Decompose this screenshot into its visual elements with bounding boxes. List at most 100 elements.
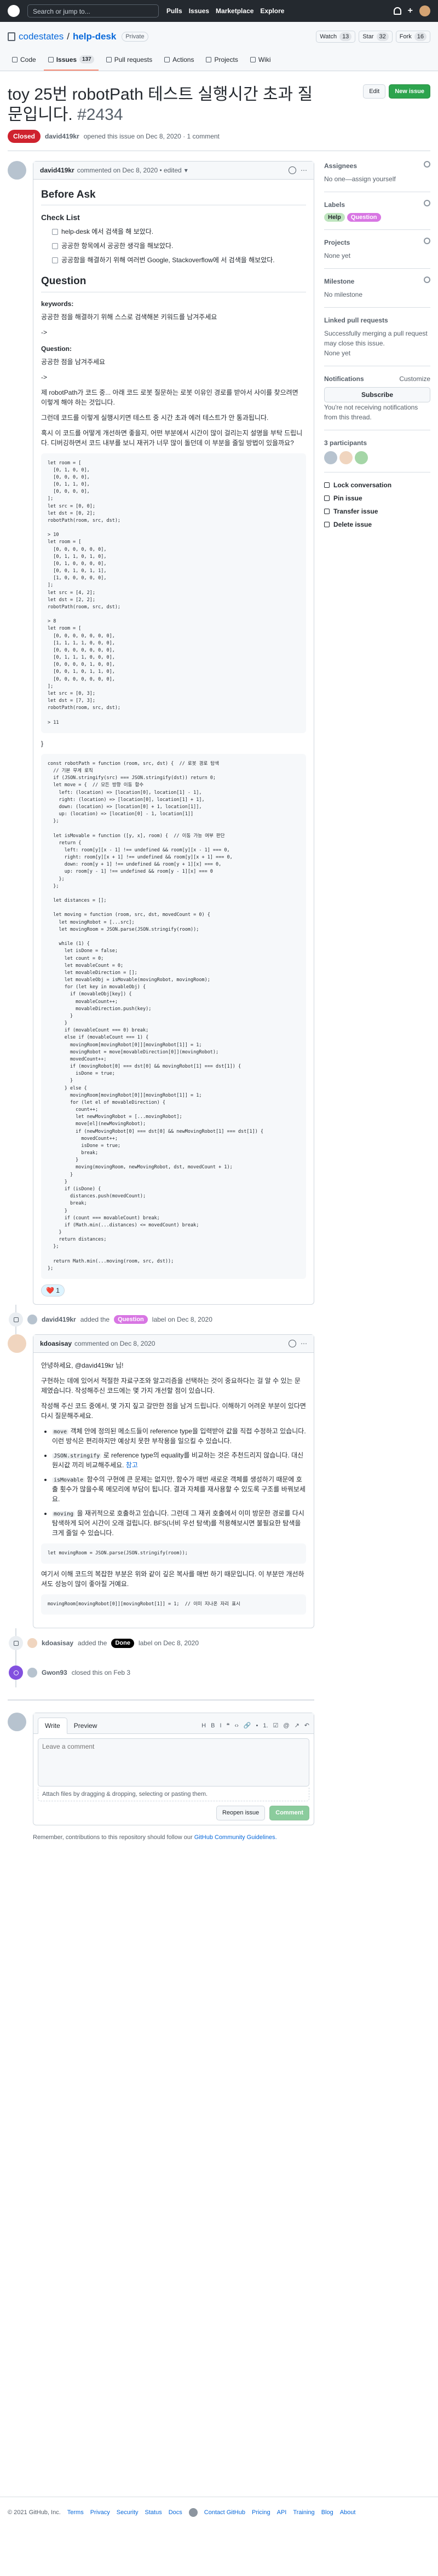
avatar[interactable] — [419, 5, 430, 16]
checkbox[interactable] — [52, 257, 58, 263]
reply-icon[interactable]: ↶ — [304, 1721, 309, 1731]
tab-actions[interactable]: Actions — [160, 51, 198, 71]
search-input[interactable]: Search or jump to... — [27, 4, 159, 18]
sidebar-heading[interactable]: Assignees — [324, 160, 430, 171]
nav-explore[interactable]: Explore — [260, 6, 284, 16]
pin-issue-button[interactable]: Pin issue — [324, 493, 430, 503]
repo-name-link[interactable]: help-desk — [73, 30, 116, 44]
bell-icon[interactable] — [393, 7, 401, 15]
mention-icon[interactable]: @ — [283, 1721, 289, 1731]
gear-icon[interactable] — [424, 276, 430, 283]
footer-link[interactable]: Blog — [321, 2508, 333, 2517]
avatar[interactable] — [339, 451, 353, 464]
comment-author[interactable]: david419kr — [40, 165, 74, 175]
checklist-label: help-desk 에서 검색을 해 보았다. — [61, 228, 154, 235]
star-button[interactable]: Star 32 — [359, 30, 393, 43]
watch-button[interactable]: Watch 13 — [316, 30, 356, 43]
numbered-list-icon[interactable]: 1. — [263, 1721, 268, 1731]
code-icon[interactable]: ‹› — [234, 1721, 238, 1731]
nav-issues[interactable]: Issues — [189, 6, 209, 16]
tab-preview[interactable]: Preview — [67, 1718, 104, 1733]
avatar[interactable] — [27, 1315, 37, 1325]
avatar[interactable] — [355, 451, 368, 464]
avatar[interactable] — [324, 451, 337, 464]
cross-reference-icon[interactable]: ↗ — [295, 1721, 299, 1731]
subscribe-button[interactable]: Subscribe — [324, 387, 430, 402]
comment-textarea[interactable] — [38, 1738, 309, 1787]
label-badge[interactable]: Done — [111, 1639, 134, 1648]
event-actor[interactable]: kdoasisay — [42, 1638, 73, 1648]
edit-history-dropdown[interactable]: ▾ — [185, 165, 188, 175]
sidebar-heading[interactable]: Labels — [324, 199, 430, 210]
kebab-icon[interactable]: ⋯ — [301, 1339, 307, 1348]
new-issue-button[interactable]: New issue — [389, 84, 430, 99]
list-item-text: 함수의 구현에 큰 문제는 없지만, 함수가 매번 새로운 객체를 생성하기 때… — [52, 1476, 306, 1503]
footer-link[interactable]: Contact GitHub — [204, 2508, 245, 2517]
checkbox[interactable] — [52, 228, 58, 235]
label-badge[interactable]: Question — [114, 1315, 148, 1324]
github-logo-icon[interactable] — [8, 5, 20, 17]
comment-author[interactable]: kdoasisay — [40, 1339, 72, 1348]
avatar[interactable] — [27, 1668, 37, 1678]
footer-link[interactable]: Pricing — [252, 2508, 270, 2517]
repo-owner-link[interactable]: codestates — [19, 30, 64, 44]
footer-link[interactable]: Docs — [169, 2508, 182, 2517]
customize-link[interactable]: Customize — [399, 374, 430, 384]
avatar[interactable] — [27, 1638, 37, 1649]
issue-meta-text: opened this issue on Dec 8, 2020 · 1 com… — [83, 132, 220, 140]
heart-reaction[interactable]: ❤️ 1 — [41, 1284, 65, 1297]
nav-marketplace[interactable]: Marketplace — [216, 6, 253, 16]
gear-icon[interactable] — [424, 238, 430, 244]
tab-issues[interactable]: Issues 137 — [43, 51, 99, 71]
lock-conversation-button[interactable]: Lock conversation — [324, 480, 430, 490]
sidebar-heading[interactable]: Milestone — [324, 276, 430, 286]
comment-button[interactable]: Comment — [269, 1806, 309, 1820]
reference-link[interactable]: 참고 — [126, 1461, 138, 1469]
tab-pull-requests[interactable]: Pull requests — [102, 51, 157, 71]
edit-button[interactable]: Edit — [363, 84, 386, 99]
attach-files[interactable]: Attach files by dragging & dropping, sel… — [38, 1787, 309, 1802]
bulleted-list-icon[interactable]: • — [256, 1721, 258, 1731]
sidebar-heading[interactable]: Projects — [324, 238, 430, 247]
footer-link[interactable]: API — [277, 2508, 287, 2517]
delete-issue-button[interactable]: Delete issue — [324, 520, 430, 529]
event-actor[interactable]: Gwon93 — [42, 1668, 67, 1678]
footer-link[interactable]: Status — [145, 2508, 162, 2517]
gear-icon[interactable] — [424, 199, 430, 206]
tab-write[interactable]: Write — [38, 1718, 67, 1734]
label-badge[interactable]: Help — [324, 212, 345, 222]
kebab-icon[interactable]: ⋯ — [301, 165, 307, 175]
task-list-icon[interactable]: ☑ — [273, 1721, 279, 1731]
fork-button[interactable]: Fork 16 — [395, 30, 430, 43]
quote-icon[interactable]: ❝ — [227, 1721, 230, 1731]
tab-code[interactable]: Code — [8, 51, 41, 71]
footer-link[interactable]: About — [340, 2508, 356, 2517]
avatar[interactable] — [8, 160, 26, 180]
list-item: moving 을 재귀적으로 호출하고 있습니다. 그런데 그 재귀 호출에서 … — [52, 1508, 306, 1538]
smiley-icon[interactable] — [289, 166, 296, 174]
smiley-icon[interactable] — [289, 1340, 296, 1348]
guidelines-link[interactable]: GitHub Community Guidelines. — [194, 1834, 277, 1841]
reopen-issue-button[interactable]: Reopen issue — [216, 1806, 266, 1820]
italic-icon[interactable]: I — [220, 1721, 221, 1731]
watch-count: 13 — [339, 32, 352, 41]
footer-link[interactable]: Training — [293, 2508, 314, 2517]
avatar[interactable] — [8, 1334, 26, 1353]
checkbox[interactable] — [52, 243, 58, 249]
tab-wiki[interactable]: Wiki — [246, 51, 275, 71]
gear-icon[interactable] — [424, 160, 430, 168]
bold-icon[interactable]: B — [211, 1721, 215, 1731]
label-badge[interactable]: Question — [347, 212, 381, 222]
assignees-value[interactable]: No one—assign yourself — [324, 174, 430, 184]
footer-link[interactable]: Terms — [67, 2508, 84, 2517]
tab-projects[interactable]: Projects — [201, 51, 242, 71]
event-actor[interactable]: david419kr — [42, 1315, 76, 1324]
plus-icon[interactable]: + — [408, 4, 413, 18]
heading-icon[interactable]: H — [201, 1721, 206, 1731]
issue-author-link[interactable]: david419kr — [45, 131, 79, 141]
transfer-issue-button[interactable]: Transfer issue — [324, 506, 430, 516]
footer-link[interactable]: Security — [117, 2508, 139, 2517]
nav-pulls[interactable]: Pulls — [166, 6, 182, 16]
link-icon[interactable]: 🔗 — [244, 1721, 251, 1731]
footer-link[interactable]: Privacy — [90, 2508, 110, 2517]
